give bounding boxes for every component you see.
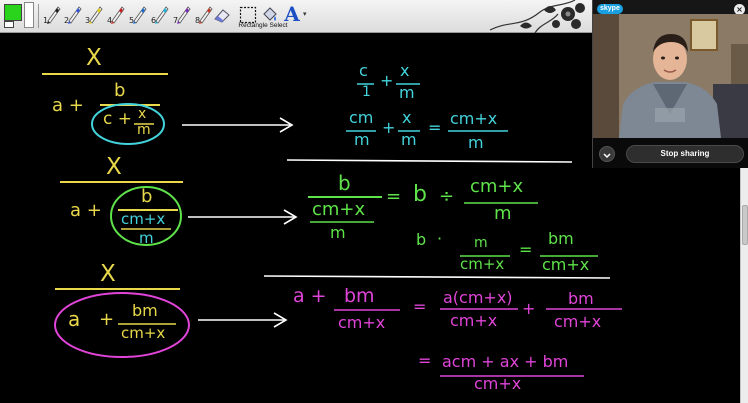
- p1-numerator: X: [86, 45, 102, 71]
- r1-l2-equals: =: [428, 118, 442, 137]
- r1-l2-m: m: [354, 130, 370, 149]
- color-dropdown-button[interactable]: [24, 2, 34, 28]
- collapse-button[interactable]: [599, 146, 615, 162]
- toolbar-overflow-arrow[interactable]: ▾: [303, 4, 310, 24]
- tool-number-label: 6: [151, 16, 157, 25]
- r3-plus: +: [522, 299, 536, 318]
- p3-plus: +: [99, 309, 115, 330]
- r2-b2: b: [413, 182, 427, 207]
- p3-a: a: [68, 307, 81, 331]
- r2-l2-dot: ·: [437, 229, 443, 248]
- r2-m: m: [330, 223, 346, 242]
- r1-plus: +: [380, 71, 394, 90]
- tool-number-label: 7: [173, 16, 179, 25]
- p3-inner-denominator: cm+x: [121, 324, 166, 342]
- p1-inner-x: x: [138, 106, 147, 122]
- r2-denominator: m: [494, 203, 512, 224]
- r3-cmx: cm+x: [338, 313, 386, 332]
- r2-divide: ÷: [439, 186, 455, 207]
- tool-number-label: 1: [43, 16, 49, 25]
- r1-one: 1: [362, 84, 371, 100]
- r3-l2-equals: =: [418, 351, 432, 370]
- eraser-icon: [214, 9, 230, 23]
- pen-tool-5[interactable]: 5: [128, 3, 148, 25]
- r3-den1: cm+x: [450, 311, 498, 330]
- r3-den2: cm+x: [554, 312, 602, 331]
- skype-controls: Stop sharing: [593, 138, 748, 168]
- webcam-person-image: [593, 14, 748, 138]
- stop-sharing-button[interactable]: Stop sharing: [626, 145, 744, 163]
- r1-l2-plus: +: [382, 118, 396, 137]
- pen-tool-4[interactable]: 4: [106, 3, 126, 25]
- r3-bm: bm: [344, 285, 375, 307]
- p2-inner-num: cm+x: [121, 210, 166, 228]
- secondary-color-swatch[interactable]: [4, 21, 14, 28]
- r3-equals: =: [413, 297, 427, 316]
- skype-share-panel: skype × Stop sharing: [592, 0, 748, 168]
- pen-tool-1[interactable]: 1: [42, 3, 62, 25]
- r1-l2-m2: m: [401, 130, 417, 149]
- r1-l2-x: x: [402, 108, 412, 127]
- scrollbar-thumb[interactable]: [742, 205, 748, 245]
- primary-color-swatch[interactable]: [4, 4, 22, 21]
- tool-tooltip: Rectangle Select: [238, 22, 288, 29]
- r3-a-plus: a +: [293, 285, 327, 307]
- tool-number-label: 4: [107, 16, 113, 25]
- tool-number-label: 8: [195, 16, 201, 25]
- pen-toolbar: 12345678 A ▾ Rectangle Select: [0, 0, 592, 33]
- pen-tool-8[interactable]: 8: [194, 3, 214, 25]
- p2-inner-numerator: b: [141, 186, 153, 207]
- skype-logo: skype: [597, 4, 623, 14]
- r2-l2-m: m: [474, 235, 488, 251]
- p1-inner-c: c +: [103, 109, 132, 129]
- tool-number-label: 3: [85, 16, 91, 25]
- floral-decoration: [489, 0, 585, 33]
- tool-number-label: 2: [64, 16, 70, 25]
- r3-num2: bm: [568, 289, 594, 308]
- p2-numerator: X: [106, 154, 122, 180]
- p1-inner-numerator: b: [114, 80, 126, 101]
- r1-x: x: [400, 61, 410, 80]
- r2-numerator: cm+x: [470, 176, 524, 197]
- r3-num1: a(cm+x): [443, 288, 513, 307]
- r1-l2-denominator: m: [468, 133, 484, 152]
- pen-tool-6[interactable]: 6: [150, 3, 170, 25]
- r1-l2-numerator: cm+x: [450, 109, 498, 128]
- skype-header: skype ×: [593, 0, 748, 15]
- tool-number-label: 5: [129, 16, 135, 25]
- p2-inner-den: m: [139, 229, 154, 247]
- p1-inner-m: m: [137, 122, 151, 138]
- r1-m: m: [399, 83, 415, 102]
- p2-denominator-a: a +: [70, 200, 102, 221]
- r2-l2-cmx: cm+x: [460, 255, 505, 273]
- r3-l2-denominator: cm+x: [474, 374, 522, 393]
- eraser-tool[interactable]: [212, 3, 232, 25]
- pen-tool-3[interactable]: 3: [84, 3, 104, 25]
- r2-l2-b: b: [416, 230, 427, 249]
- r1-c: c: [359, 61, 368, 80]
- r3-l2-numerator: acm + ax + bm: [442, 352, 569, 371]
- r2-b: b: [338, 171, 351, 195]
- pen-tool-2[interactable]: 2: [63, 3, 83, 25]
- p3-numerator: X: [100, 261, 116, 287]
- r2-l2-equals: =: [519, 240, 533, 259]
- pen-tool-7[interactable]: 7: [172, 3, 192, 25]
- r1-l2-cm: cm: [349, 108, 374, 127]
- toolbar-divider: [38, 4, 39, 28]
- r2-equals: =: [386, 186, 402, 207]
- webcam-video: [593, 14, 748, 138]
- p3-inner-numerator: bm: [132, 301, 158, 320]
- r2-l2-denominator: cm+x: [542, 255, 590, 274]
- r2-cmx: cm+x: [312, 199, 366, 220]
- chevron-down-icon: [603, 153, 611, 159]
- p1-denominator-a: a +: [52, 95, 84, 116]
- r2-l2-numerator: bm: [548, 229, 574, 248]
